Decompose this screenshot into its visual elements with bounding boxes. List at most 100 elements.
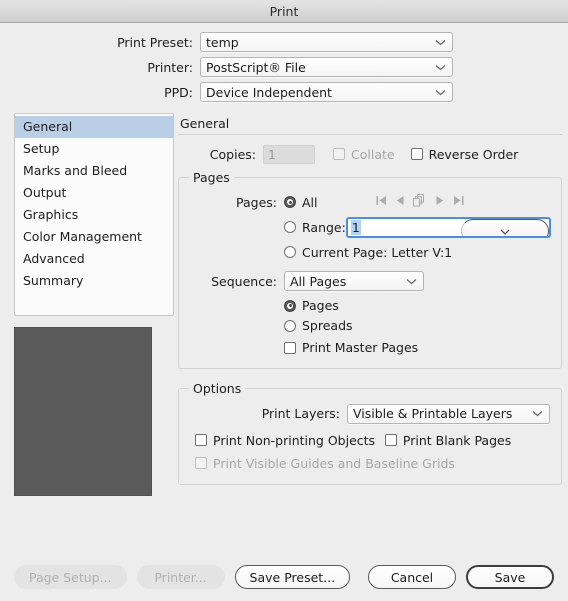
copies-row: Copies: 1 Collate Reverse Order [178,143,562,165]
range-value: 1 [350,219,361,235]
print-preset-select[interactable]: temp [200,32,453,52]
preset-rows: Print Preset: temp Printer: PostScript® … [0,23,568,113]
copies-value: 1 [268,146,276,162]
sidebar-item-label: Summary [23,273,84,288]
printer-select[interactable]: PostScript® File [200,57,453,77]
sidebar-item-output[interactable]: Output [15,182,173,204]
reverse-order-label: Reverse Order [428,146,519,162]
save-preset-button[interactable]: Save Preset... [234,565,351,589]
range-dropdown-button[interactable] [460,218,549,236]
sequence-value: All Pages [290,273,347,289]
pages-range-row: Range: 1 [189,216,551,238]
print-visible-guides-label: Print Visible Guides and Baseline Grids [213,455,455,471]
page-preview-thumbnail [14,327,152,496]
print-layers-row: Print Layers: Visible & Printable Layers [189,403,551,425]
panel-divider [178,134,562,135]
chevron-down-icon [500,223,510,236]
sidebar-item-label: Output [23,185,67,200]
pages-all-row: Pages: All [189,192,551,212]
radio-sequence-pages[interactable]: Pages [284,298,551,313]
print-layers-value: Visible & Printable Layers [353,406,513,421]
sidebar-item-label: Advanced [23,251,85,266]
print-layers-select[interactable]: Visible & Printable Layers [347,403,550,424]
sidebar-item-label: Color Management [23,229,142,244]
sidebar-item-graphics[interactable]: Graphics [15,204,173,226]
range-combobox[interactable]: 1 [345,216,551,238]
dialog-footer: Page Setup... Printer... Save Preset... … [0,553,568,601]
pages-group: Pages Pages: All Range: 1 Current Page: … [178,170,562,369]
checkbox-box-icon [195,457,207,469]
page-title: General [180,116,230,131]
radio-current-page-label: Current Page: Letter V:1 [302,244,453,260]
chevron-down-icon [435,58,446,76]
print-master-pages-label: Print Master Pages [302,340,419,355]
radio-range-label: Range: [302,219,346,235]
ppd-value: Device Independent [206,84,332,100]
range-input[interactable]: 1 [348,219,461,236]
previous-page-icon[interactable] [396,195,404,209]
sidebar-item-setup[interactable]: Setup [15,138,173,160]
page-setup-button: Page Setup... [14,565,127,589]
ppd-row: PPD: Device Independent [0,82,568,102]
window-title: Print [269,3,299,19]
ppd-select[interactable]: Device Independent [200,82,453,102]
options-group-legend: Options [189,380,246,396]
checkbox-box-icon [384,434,397,446]
save-button[interactable]: Save [466,565,554,589]
radio-dot-icon [284,319,296,332]
radio-sequence-spreads-label: Spreads [302,318,353,333]
chevron-down-icon [435,83,446,101]
pages-current-row: Current Page: Letter V:1 [189,242,551,262]
reverse-order-checkbox[interactable]: Reverse Order [410,146,519,162]
chevron-down-icon [406,272,417,290]
sidebar-item-label: Graphics [23,207,79,222]
printer-value: PostScript® File [206,59,306,75]
radio-dot-icon [284,221,296,233]
sidebar-item-color-management[interactable]: Color Management [15,226,173,248]
collate-label: Collate [351,146,395,162]
radio-sequence-spreads[interactable]: Spreads [284,318,551,333]
copies-input[interactable]: 1 [263,144,315,164]
sidebar-item-advanced[interactable]: Advanced [15,248,173,270]
print-layers-label: Print Layers: [261,406,340,421]
chevron-down-icon [435,33,446,51]
radio-sequence-pages-label: Pages [302,298,339,313]
sidebar-item-summary[interactable]: Summary [15,270,173,292]
copies-label: Copies: [209,146,256,162]
next-page-icon[interactable] [436,195,444,209]
checkbox-box-icon [195,434,207,446]
spreads-icon[interactable] [412,194,427,210]
sidebar-item-general[interactable]: General [15,116,173,138]
sequence-row: Sequence: All Pages [189,270,551,292]
print-non-printing-objects-checkbox[interactable]: Print Non-printing Objects [195,433,375,448]
collate-checkbox[interactable]: Collate [333,147,395,162]
sidebar-item-label: General [23,119,73,134]
printer-row: Printer: PostScript® File [0,57,568,77]
print-blank-pages-checkbox[interactable]: Print Blank Pages [384,433,511,448]
print-visible-guides-checkbox: Print Visible Guides and Baseline Grids [195,456,455,471]
pages-label: Pages: [236,194,277,210]
left-column: General Setup Marks and Bleed Output Gra… [0,113,174,496]
last-page-icon[interactable] [453,195,464,209]
options-group: Options Print Layers: Visible & Printabl… [178,380,562,485]
print-master-pages-checkbox[interactable]: Print Master Pages [284,340,418,355]
dialog-body: General Setup Marks and Bleed Output Gra… [0,113,568,496]
chevron-down-icon [532,405,543,423]
radio-dot-icon [284,246,296,258]
right-column: General Copies: 1 Collate Reverse Order … [174,113,568,496]
radio-pages-all[interactable]: All [284,195,318,210]
print-preset-value: temp [206,34,239,50]
cancel-button[interactable]: Cancel [368,565,456,589]
first-page-icon[interactable] [376,195,387,209]
checkbox-box-icon [284,341,296,354]
sequence-select[interactable]: All Pages [284,271,424,291]
printer-label: Printer: [147,59,193,75]
page-nav-icons [376,194,464,210]
section-nav-list[interactable]: General Setup Marks and Bleed Output Gra… [14,113,174,316]
sidebar-item-marks-and-bleed[interactable]: Marks and Bleed [15,160,173,182]
radio-pages-range[interactable]: Range: [284,220,346,235]
print-preset-row: Print Preset: temp [0,32,568,52]
checkbox-box-icon [333,148,345,160]
window-titlebar: Print [0,0,568,23]
radio-current-page[interactable]: Current Page: Letter V:1 [284,245,452,260]
